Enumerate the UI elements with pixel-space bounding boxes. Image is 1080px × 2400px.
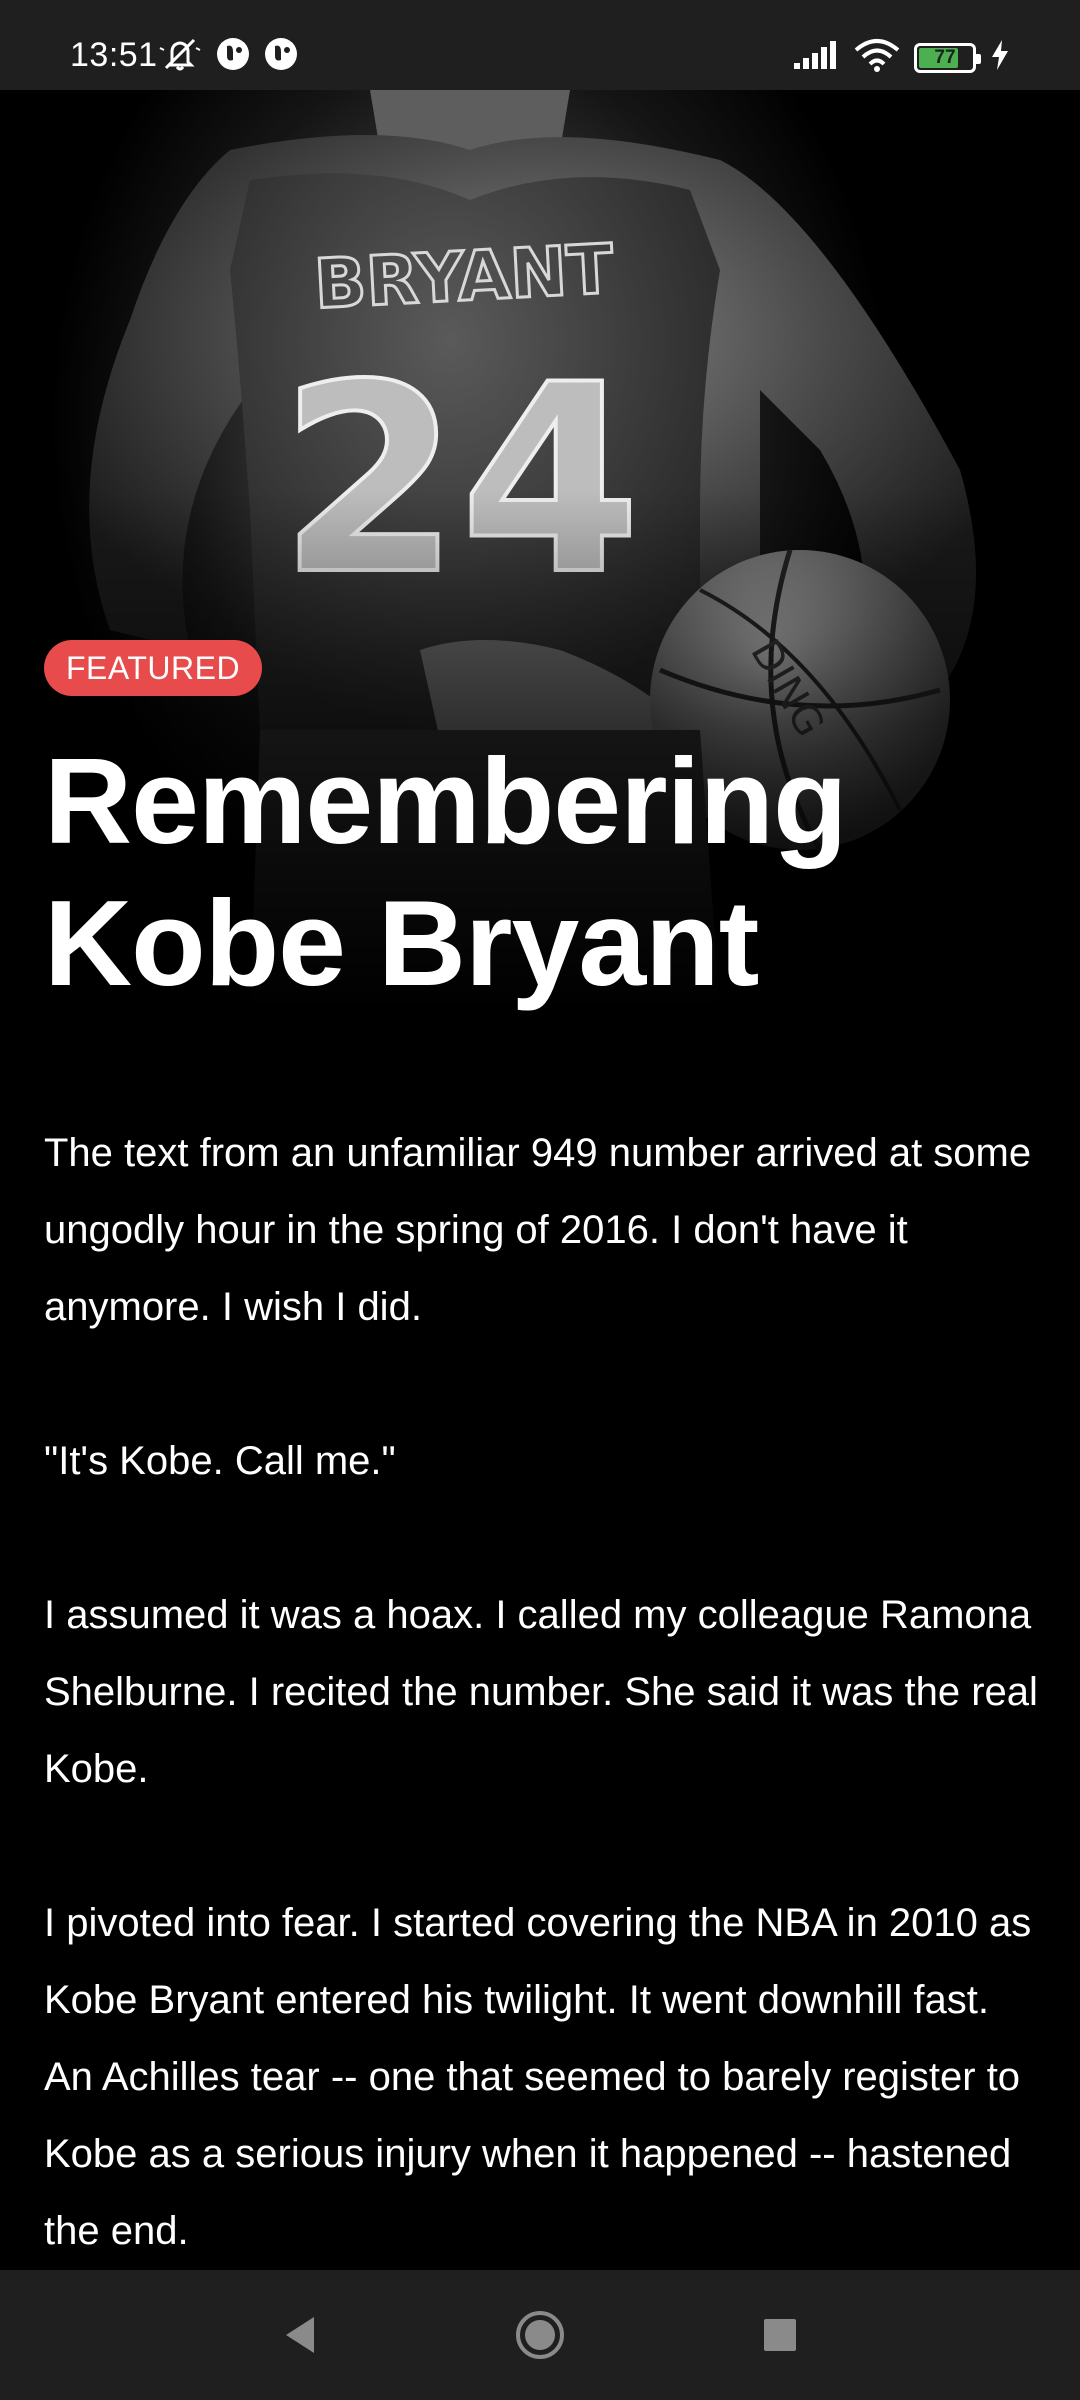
status-time: 13:51 (70, 36, 158, 74)
battery-text: 77 (934, 46, 956, 68)
status-bar: 13:51 77 (0, 0, 1080, 90)
featured-badge: FEATURED (44, 640, 263, 696)
notification-app-icon (214, 36, 252, 77)
mute-icon (158, 36, 204, 77)
article-title: Remembering Kobe Bryant (44, 733, 848, 1011)
notification-app-icon (262, 36, 300, 77)
article-paragraph: I assumed it was a hoax. I called my col… (44, 1593, 1038, 1791)
status-left-icons (158, 36, 300, 77)
home-button[interactable] (495, 2270, 585, 2400)
wifi-icon (854, 38, 900, 77)
recents-square-icon (764, 2319, 796, 2351)
back-triangle-icon (286, 2317, 314, 2353)
back-button[interactable] (255, 2270, 345, 2400)
battery-icon: 77 (914, 42, 981, 73)
battery-cap (976, 53, 981, 64)
navigation-bar (0, 2270, 1080, 2400)
recents-button[interactable] (735, 2270, 825, 2400)
svg-text:BRYANT: BRYANT (312, 230, 615, 325)
signal-icon (792, 39, 840, 76)
article-screen: 13:51 77 BRYANT 24 FEATURED Remembering … (0, 0, 1080, 2400)
article-body: The text from an unfamiliar 949 number a… (44, 1115, 1039, 2347)
article-paragraph: "It's Kobe. Call me." (44, 1439, 396, 1483)
status-right-icons: 77 (792, 38, 1010, 77)
charging-icon (990, 39, 1010, 76)
home-circle-icon (516, 2311, 564, 2359)
article-paragraph: The text from an unfamiliar 949 number a… (44, 1131, 1032, 1329)
article-paragraph: I pivoted into fear. I started covering … (44, 1901, 1032, 2253)
